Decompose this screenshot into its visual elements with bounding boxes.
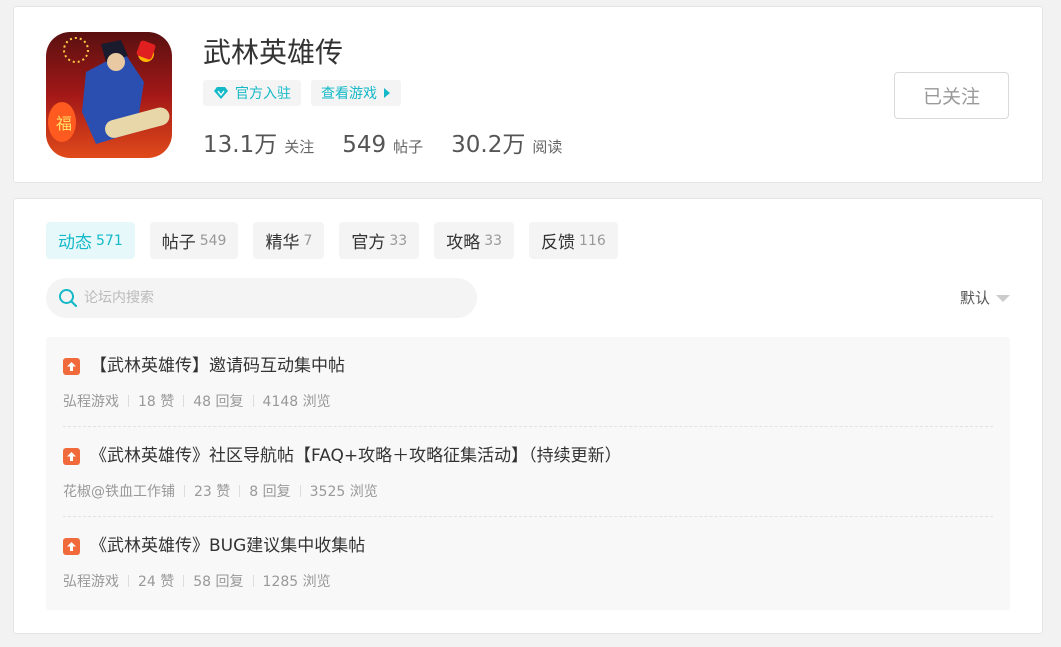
post-views: 4148 浏览 (262, 394, 331, 410)
divider (128, 395, 129, 407)
post-list: 【武林英雄传】邀请码互动集中帖 弘程游戏 18 赞 48 回复 4148 浏览 … (46, 337, 1010, 610)
list-item: 【武林英雄传】邀请码互动集中帖 弘程游戏 18 赞 48 回复 4148 浏览 (63, 337, 993, 427)
view-game-link[interactable]: 查看游戏 (311, 80, 401, 106)
divider (184, 485, 185, 497)
pinned-arrow-up-icon (63, 447, 80, 465)
tab-count: 33 (389, 232, 408, 249)
tab-featured[interactable]: 精华 7 (253, 222, 325, 259)
post-title: 《武林英雄传》社区导航帖【FAQ+攻略＋攻略征集活动】（持续更新） (90, 446, 622, 466)
tab-label: 动态 (58, 233, 92, 253)
forum-card: 动态571 帖子549 精华7 官方33 攻略33 反馈116 默认 【武林英雄… (13, 198, 1043, 634)
stat-followers: 13.1万 关注 (203, 125, 314, 159)
divider (252, 395, 254, 407)
game-header-card: 福 武林英雄传 官方入驻 查看游戏 13.1万 关注 549 帖子 30.2万 阅读 … (13, 6, 1043, 183)
stat-reads: 30.2万 阅读 (451, 125, 562, 159)
view-game-label: 查看游戏 (321, 86, 377, 102)
official-badge-label: 官方入驻 (235, 86, 291, 102)
tab-activity[interactable]: 动态 571 (46, 222, 135, 259)
tab-count: 571 (96, 232, 123, 249)
post-title: 《武林英雄传》BUG建议集中收集帖 (90, 536, 366, 556)
pinned-arrow-up-icon (63, 537, 80, 555)
forum-tabs: 动态 571 帖子 549 精华 7 官方 33 攻略 33 反馈 116 (46, 222, 618, 259)
post-title-link[interactable]: 【武林英雄传】邀请码互动集中帖 (63, 353, 345, 379)
diamond-icon (214, 87, 228, 99)
post-author[interactable]: 花椒@铁血工作铺 (63, 481, 175, 501)
header-badges: 官方入驻 查看游戏 (203, 80, 401, 106)
stat-number: 13.1万 (203, 132, 278, 158)
divider (239, 485, 241, 497)
post-replies: 48 回复 (193, 394, 244, 410)
official-badge: 官方入驻 (203, 80, 301, 106)
sort-label: 默认 (959, 289, 990, 307)
post-replies: 8 回复 (249, 484, 291, 500)
game-stats: 13.1万 关注 549 帖子 30.2万 阅读 (203, 125, 590, 159)
post-title-link[interactable]: 《武林英雄传》社区导航帖【FAQ+攻略＋攻略征集活动】（持续更新） (63, 443, 622, 469)
post-likes: 23 赞 (194, 484, 231, 500)
list-item: 《武林英雄传》BUG建议集中收集帖 弘程游戏 24 赞 58 回复 1285 浏… (63, 517, 993, 607)
stat-posts: 549 帖子 (342, 132, 423, 158)
game-title: 武林英雄传 (203, 36, 344, 69)
tab-label: 官方 (351, 233, 386, 253)
caret-down-icon (996, 295, 1010, 302)
tab-official[interactable]: 官方 33 (339, 222, 420, 259)
play-arrow-icon (384, 88, 390, 98)
post-author[interactable]: 弘程游戏 (63, 571, 119, 591)
search-icon (59, 289, 78, 308)
forum-search-box (46, 278, 477, 318)
tab-count: 116 (579, 232, 606, 249)
post-title: 【武林英雄传】邀请码互动集中帖 (90, 356, 345, 376)
list-item: 《武林英雄传》社区导航帖【FAQ+攻略＋攻略征集活动】（持续更新） 花椒@铁血工… (63, 427, 993, 517)
post-meta: 弘程游戏 24 赞 58 回复 1285 浏览 (63, 571, 331, 591)
post-meta: 弘程游戏 18 赞 48 回复 4148 浏览 (63, 391, 331, 411)
divider (128, 575, 129, 587)
post-likes: 24 赞 (138, 574, 175, 590)
tab-count: 33 (484, 232, 503, 249)
search-input[interactable] (84, 290, 444, 306)
post-replies: 58 回复 (193, 574, 244, 590)
post-likes: 18 赞 (138, 394, 175, 410)
tab-feedback[interactable]: 反馈 116 (529, 222, 618, 259)
post-meta: 花椒@铁血工作铺 23 赞 8 回复 3525 浏览 (63, 481, 378, 501)
svg-text:福: 福 (56, 114, 72, 133)
post-views: 3525 浏览 (309, 484, 378, 500)
pinned-arrow-up-icon (63, 357, 80, 375)
tab-count: 549 (199, 232, 227, 249)
stat-label: 帖子 (393, 138, 424, 156)
post-title-link[interactable]: 《武林英雄传》BUG建议集中收集帖 (63, 533, 365, 559)
follow-button[interactable]: 已关注 (894, 72, 1009, 119)
tab-posts[interactable]: 帖子 549 (149, 222, 239, 259)
tab-count: 7 (303, 232, 313, 249)
tab-guides[interactable]: 攻略 33 (434, 222, 515, 259)
tab-label: 帖子 (161, 233, 196, 253)
sort-dropdown[interactable]: 默认 (960, 287, 1010, 308)
stat-number: 549 (342, 132, 387, 158)
post-views: 1285 浏览 (262, 574, 331, 590)
tab-label: 反馈 (541, 233, 576, 253)
divider (252, 575, 254, 587)
game-app-icon[interactable]: 福 (46, 32, 172, 158)
stat-label: 关注 (284, 138, 315, 156)
post-author[interactable]: 弘程游戏 (63, 391, 119, 411)
divider (183, 395, 185, 407)
tab-label: 攻略 (446, 233, 481, 253)
tab-label: 精华 (265, 233, 300, 253)
divider (183, 575, 185, 587)
stat-number: 30.2万 (451, 132, 526, 158)
divider (299, 485, 301, 497)
stat-label: 阅读 (532, 138, 563, 156)
